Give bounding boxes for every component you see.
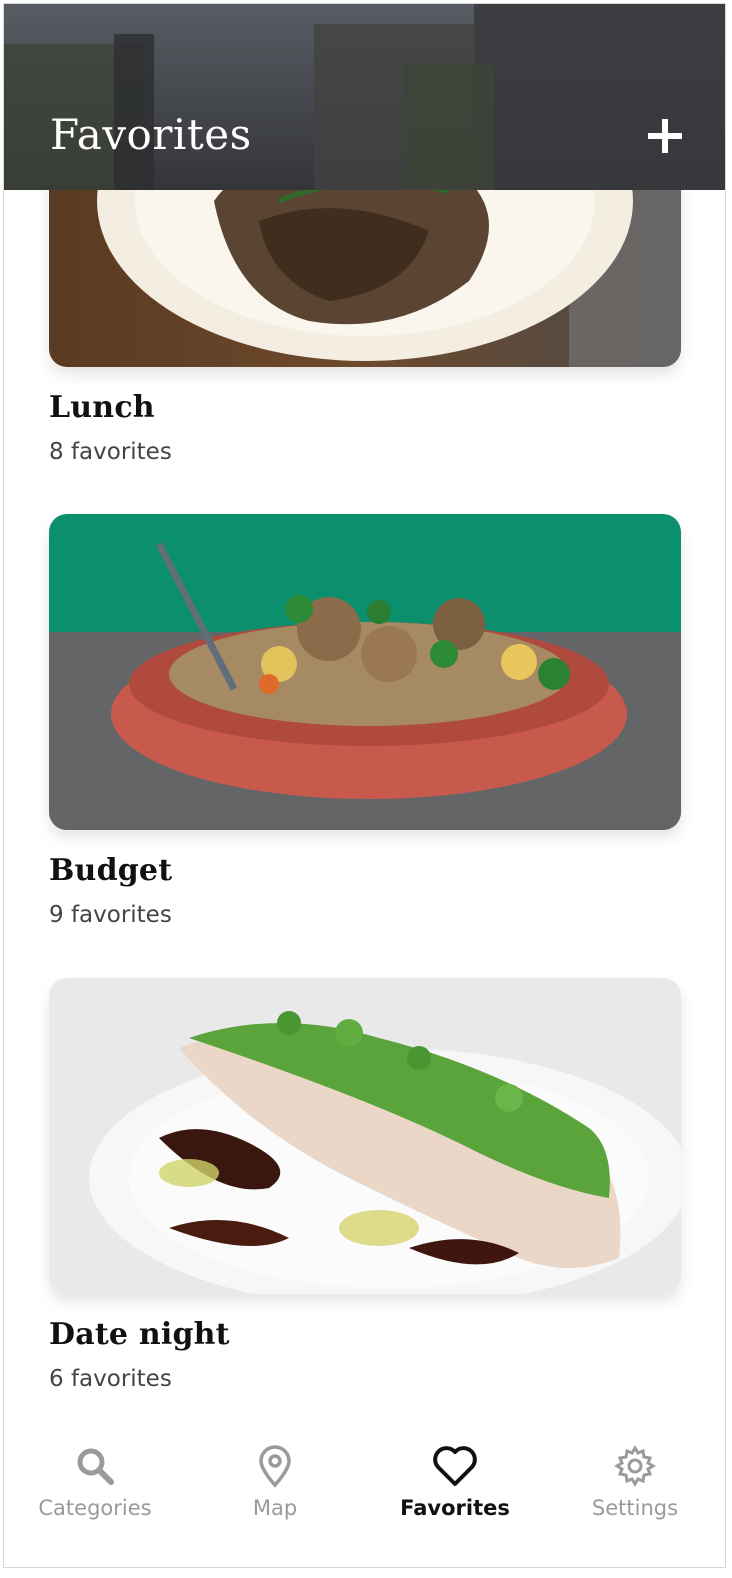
add-favorite-button[interactable] xyxy=(645,116,685,156)
header-bar: Favorites xyxy=(4,4,725,190)
date-night-photo xyxy=(49,978,681,1294)
gear-icon xyxy=(614,1445,656,1487)
header-background-image xyxy=(4,4,725,190)
card-title: Lunch xyxy=(49,390,155,425)
heart-icon xyxy=(433,1446,477,1486)
card-count: 9 favorites xyxy=(49,902,172,928)
tab-favorites[interactable]: Favorites xyxy=(365,1444,545,1544)
card-title: Date night xyxy=(49,1317,230,1352)
app-screen: Lunch 8 favorites Budget 9 favorites Dat… xyxy=(3,3,726,1568)
tab-label: Map xyxy=(252,1496,298,1520)
tab-label: Categories xyxy=(38,1496,152,1520)
favorite-card-date-night[interactable]: Date night 6 favorites xyxy=(49,978,681,1392)
bottom-tab-bar: Categories Map Favorites Settings xyxy=(4,1422,725,1567)
tab-categories[interactable]: Categories xyxy=(5,1444,185,1544)
tab-label: Settings xyxy=(591,1496,679,1520)
card-count: 6 favorites xyxy=(49,1366,172,1392)
search-icon xyxy=(77,1448,114,1485)
plus-icon xyxy=(648,119,682,153)
page-title: Favorites xyxy=(50,110,252,159)
tab-map[interactable]: Map xyxy=(185,1444,365,1544)
budget-photo xyxy=(49,514,681,830)
card-count: 8 favorites xyxy=(49,439,172,465)
card-title: Budget xyxy=(49,853,173,888)
favorites-list[interactable]: Lunch 8 favorites Budget 9 favorites Dat… xyxy=(4,4,725,1424)
favorite-card-budget[interactable]: Budget 9 favorites xyxy=(49,514,681,928)
tab-label: Favorites xyxy=(400,1496,510,1520)
tab-settings[interactable]: Settings xyxy=(545,1444,725,1544)
map-pin-icon xyxy=(259,1445,291,1488)
